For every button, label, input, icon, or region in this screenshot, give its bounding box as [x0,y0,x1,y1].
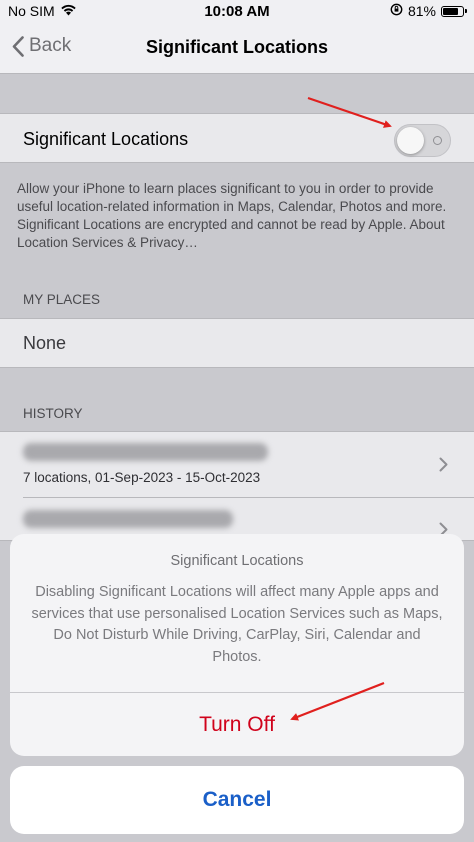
redacted-location-title [23,443,268,461]
battery-icon [441,5,467,17]
action-sheet: Significant Locations Disabling Signific… [10,534,464,756]
orientation-lock-icon [390,3,403,19]
redacted-location-title [23,510,233,528]
action-sheet-message: Disabling Significant Locations will aff… [31,584,443,665]
my-places-row: None [0,318,474,368]
my-places-header: MY PLACES [23,292,101,307]
my-places-value: None [23,333,67,353]
status-right: 81% [390,3,467,19]
nav-bar: Back Significant Locations [0,24,474,74]
toggle-knob [397,127,424,154]
battery-percent: 81% [407,3,436,19]
significant-locations-toggle[interactable] [394,124,451,157]
page-title: Significant Locations [145,37,328,57]
turn-off-button[interactable]: Turn Off [10,693,464,756]
significant-locations-label: Significant Locations [23,129,189,149]
history-list: 7 locations, 01-Sep-2023 - 15-Oct-2023 [0,431,474,541]
status-bar: No SIM 10:08 AM 81% [0,0,474,24]
significant-locations-row: Significant Locations [0,113,474,163]
history-header: HISTORY [23,406,83,421]
cancel-button[interactable]: Cancel [10,766,464,834]
toggle-off-indicator [433,136,442,145]
history-divider [23,497,474,498]
chevron-right-icon [439,457,448,472]
history-item-subtitle: 7 locations, 01-Sep-2023 - 15-Oct-2023 [23,470,261,485]
significant-locations-description: Allow your iPhone to learn places signif… [17,181,447,250]
action-sheet-title: Significant Locations [170,553,304,569]
